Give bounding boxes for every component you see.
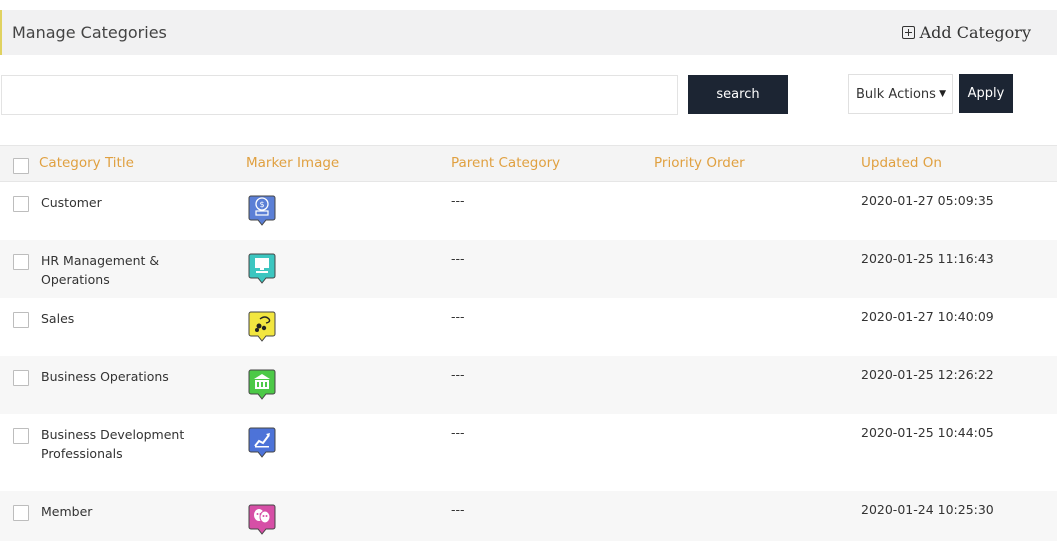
updated-on: 2020-01-24 10:25:30: [861, 502, 994, 517]
row-checkbox[interactable]: [13, 254, 29, 270]
updated-on: 2020-01-25 10:44:05: [861, 425, 994, 440]
parent-category: ---: [451, 502, 465, 517]
parent-category: ---: [451, 309, 465, 324]
search-input[interactable]: [1, 75, 678, 115]
column-header-title[interactable]: Category Title: [39, 155, 134, 171]
plus-square-icon: [901, 26, 915, 39]
table-header: Category Title Marker Image Parent Categ…: [0, 145, 1057, 182]
table-row: Business Development Professionals --- 202…: [0, 414, 1057, 491]
search-button[interactable]: search: [688, 75, 788, 114]
building-marker-icon: [248, 367, 276, 402]
column-header-marker: Marker Image: [246, 155, 340, 171]
category-title[interactable]: Business Operations: [41, 367, 231, 386]
parent-category: ---: [451, 425, 465, 440]
caret-down-icon: ▼: [939, 89, 946, 99]
theater-masks-marker-icon: [248, 502, 276, 537]
sales-marker-icon: [248, 309, 276, 344]
updated-on: 2020-01-25 11:16:43: [861, 251, 994, 266]
category-title[interactable]: Business Development Professionals: [41, 425, 231, 463]
apply-button[interactable]: Apply: [959, 74, 1013, 113]
table-row: Business Operations --- 2020-01-25 12:26:2…: [0, 356, 1057, 414]
row-checkbox[interactable]: [13, 505, 29, 521]
row-checkbox[interactable]: [13, 312, 29, 328]
table-row: Member --- 2020-01-24 10:25:30: [0, 491, 1057, 541]
page-header: Manage Categories Add Category: [0, 10, 1057, 55]
svg-text:$: $: [259, 200, 264, 209]
column-header-parent[interactable]: Parent Category: [451, 155, 560, 171]
parent-category: ---: [451, 367, 465, 382]
computer-marker-icon: [248, 251, 276, 286]
column-header-priority[interactable]: Priority Order: [654, 155, 745, 171]
add-category-label: Add Category: [919, 23, 1031, 42]
bulk-actions-select[interactable]: Bulk Actions ▼: [848, 74, 953, 114]
parent-category: ---: [451, 193, 465, 208]
page-title: Manage Categories: [12, 23, 167, 42]
column-header-updated[interactable]: Updated On: [861, 155, 942, 171]
add-category-button[interactable]: Add Category: [901, 23, 1031, 42]
row-checkbox[interactable]: [13, 370, 29, 386]
category-title[interactable]: Member: [41, 502, 231, 521]
categories-table: Category Title Marker Image Parent Categ…: [0, 145, 1057, 541]
chart-growth-marker-icon: [248, 425, 276, 460]
parent-category: ---: [451, 251, 465, 266]
customer-service-marker-icon: $: [248, 193, 276, 228]
bulk-actions-value: Bulk Actions: [856, 86, 936, 102]
updated-on: 2020-01-25 12:26:22: [861, 367, 994, 382]
row-checkbox[interactable]: [13, 196, 29, 212]
table-row: HR Management & Operations --- 2020-01-25 …: [0, 240, 1057, 298]
updated-on: 2020-01-27 05:09:35: [861, 193, 994, 208]
updated-on: 2020-01-27 10:40:09: [861, 309, 994, 324]
category-title[interactable]: HR Management & Operations: [41, 251, 231, 289]
category-title[interactable]: Sales: [41, 309, 231, 328]
row-checkbox[interactable]: [13, 428, 29, 444]
category-title[interactable]: Customer: [41, 193, 231, 212]
table-body: Customer $ --- 2020-01-27 05:09:35 HR Manage…: [0, 182, 1057, 541]
table-row: Sales --- 2020-01-27 10:40:09: [0, 298, 1057, 356]
select-all-checkbox[interactable]: [13, 158, 29, 174]
table-row: Customer $ --- 2020-01-27 05:09:35: [0, 182, 1057, 240]
